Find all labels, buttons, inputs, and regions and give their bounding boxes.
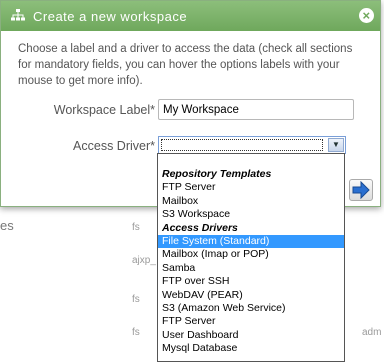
background-cell: fs: [132, 327, 140, 338]
dropdown-option[interactable]: S3 Workspace: [158, 208, 344, 221]
optgroup-label: Access Drivers: [162, 221, 238, 234]
dropdown-option[interactable]: FTP Server: [158, 181, 344, 194]
background-side-text: es: [0, 218, 14, 233]
dropdown-option[interactable]: Mysql Database: [158, 342, 344, 355]
dialog-description: Choose a label and a driver to access th…: [18, 43, 353, 87]
background-cell: adm: [362, 327, 382, 338]
dropdown-option[interactable]: WebDAV (PEAR): [158, 289, 344, 302]
next-button[interactable]: [349, 179, 373, 201]
close-button[interactable]: ×: [359, 8, 374, 23]
workspace-label-input[interactable]: [158, 99, 354, 120]
access-driver-dropdown[interactable]: Repository Templates FTP Server Mailbox …: [157, 153, 345, 362]
dropdown-option[interactable]: FTP Server: [158, 315, 344, 328]
arrow-right-icon: [352, 181, 370, 199]
dialog-titlebar[interactable]: Create a new workspace ×: [1, 1, 380, 31]
dropdown-option[interactable]: User Dashboard: [158, 329, 344, 342]
dropdown-option[interactable]: Mailbox (Imap or POP): [158, 248, 344, 261]
background-cell: fs: [132, 222, 140, 233]
dropdown-option[interactable]: FTP over SSH: [158, 275, 344, 288]
sitemap-icon: [11, 9, 25, 25]
optgroup-label: Repository Templates: [162, 168, 272, 180]
dropdown-option[interactable]: S3 (Amazon Web Service): [158, 302, 344, 315]
workspace-label-label: Workspace Label*: [53, 103, 155, 117]
select-focus-ring: [161, 139, 323, 151]
dropdown-option[interactable]: Samba: [158, 262, 344, 275]
access-driver-label: Access Driver*: [73, 139, 155, 153]
chevron-down-icon[interactable]: ▼: [328, 138, 344, 152]
access-driver-select[interactable]: ▼: [158, 136, 346, 154]
dialog-title: Create a new workspace: [33, 9, 188, 24]
dropdown-option-highlighted[interactable]: File System (Standard): [158, 235, 344, 249]
dropdown-option[interactable]: Mailbox: [158, 195, 344, 208]
background-cell: ajxp_: [132, 255, 156, 266]
background-cell: fs: [132, 294, 140, 305]
